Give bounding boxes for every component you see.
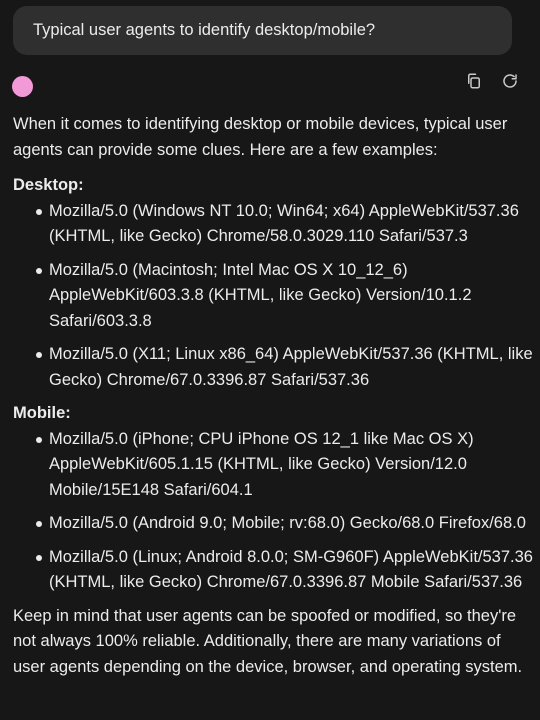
- regenerate-icon[interactable]: [500, 71, 520, 91]
- mobile-user-agent-list: Mozilla/5.0 (iPhone; CPU iPhone OS 12_1 …: [13, 427, 533, 596]
- response-outro: Keep in mind that user agents can be spo…: [13, 606, 523, 676]
- list-item: Mozilla/5.0 (Windows NT 10.0; Win64; x64…: [13, 199, 533, 250]
- list-item: Mozilla/5.0 (iPhone; CPU iPhone OS 12_1 …: [13, 427, 533, 504]
- list-item: Mozilla/5.0 (Linux; Android 8.0.0; SM-G9…: [13, 545, 533, 596]
- mobile-heading: Mobile:: [13, 404, 71, 422]
- list-item: Mozilla/5.0 (X11; Linux x86_64) AppleWeb…: [13, 342, 533, 393]
- desktop-heading: Desktop:: [13, 176, 84, 194]
- copy-icon[interactable]: [464, 71, 484, 91]
- assistant-response: When it comes to identifying desktop or …: [13, 112, 533, 680]
- list-item: Mozilla/5.0 (Macintosh; Intel Mac OS X 1…: [13, 258, 533, 335]
- desktop-user-agent-list: Mozilla/5.0 (Windows NT 10.0; Win64; x64…: [13, 199, 533, 394]
- list-item: Mozilla/5.0 (Android 9.0; Mobile; rv:68.…: [13, 511, 533, 537]
- user-message-bubble: Typical user agents to identify desktop/…: [13, 6, 512, 55]
- assistant-avatar: [12, 76, 33, 97]
- response-intro: When it comes to identifying desktop or …: [13, 115, 508, 159]
- user-message-text: Typical user agents to identify desktop/…: [33, 21, 376, 39]
